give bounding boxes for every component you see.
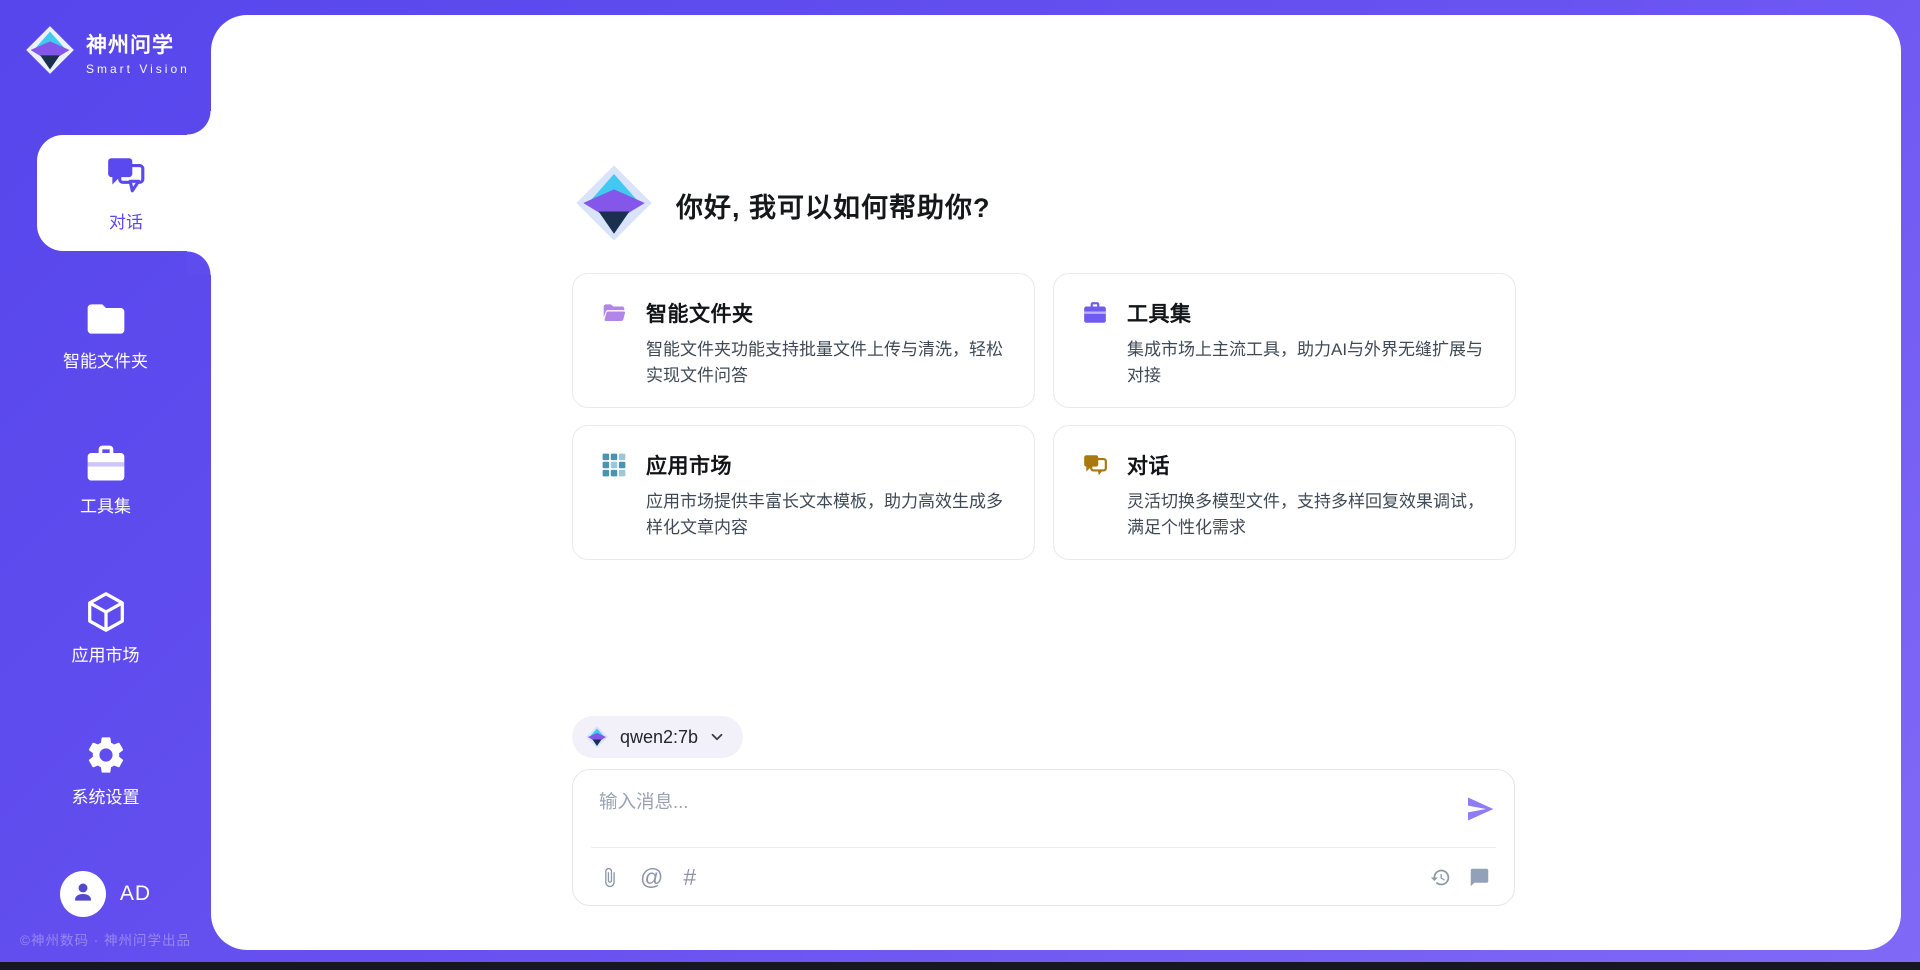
model-name: qwen2:7b (620, 727, 698, 748)
app-logo: 神州问学 Smart Vision (24, 24, 190, 81)
card-title: 智能文件夹 (646, 298, 754, 328)
tab-fillet-top (187, 111, 211, 135)
card-title: 对话 (1127, 450, 1170, 480)
gear-icon (0, 733, 211, 777)
sidebar-item-label: 应用市场 (72, 646, 140, 665)
app-title: 神州问学 (86, 29, 190, 59)
send-icon (1464, 793, 1496, 825)
message-input[interactable] (599, 788, 1449, 840)
greeting: 你好, 我可以如何帮助你? (573, 162, 991, 249)
gem-logo-icon (24, 24, 76, 81)
card-smart-folder[interactable]: 智能文件夹 智能文件夹功能支持批量文件上传与清洗，轻松实现文件问答 (572, 273, 1035, 408)
card-toolset[interactable]: 工具集 集成市场上主流工具，助力AI与外界无缝扩展与对接 (1053, 273, 1516, 408)
briefcase-icon (1082, 300, 1108, 326)
chat-bubbles-icon (105, 154, 147, 201)
window-edge-bar (0, 962, 1920, 970)
send-button[interactable] (1464, 793, 1496, 825)
sidebar-item-chat[interactable]: 对话 (37, 135, 215, 251)
card-description: 灵活切换多模型文件，支持多样回复效果调试，满足个性化需求 (1127, 489, 1487, 541)
sidebar: 神州问学 Smart Vision 对话 智能文件夹 (0, 0, 211, 970)
card-description: 智能文件夹功能支持批量文件上传与清洗，轻松实现文件问答 (646, 337, 1006, 389)
cube-icon (0, 589, 211, 635)
user-icon (70, 879, 96, 910)
folder-open-icon (601, 300, 627, 326)
sidebar-item-settings[interactable]: 系统设置 (0, 733, 211, 808)
card-title: 应用市场 (646, 450, 732, 480)
hash-icon[interactable]: # (683, 866, 696, 889)
copyright-text: ©神州数码 · 神州问学出品 (0, 929, 211, 949)
sidebar-item-label: 智能文件夹 (63, 352, 148, 371)
card-title: 工具集 (1127, 298, 1192, 328)
feature-cards: 智能文件夹 智能文件夹功能支持批量文件上传与清洗，轻松实现文件问答 工具集 集成… (572, 273, 1516, 560)
chat-bubble-icon (1082, 452, 1108, 478)
sidebar-item-app-market[interactable]: 应用市场 (0, 589, 211, 666)
mention-icon[interactable]: @ (640, 866, 663, 889)
history-icon[interactable] (1430, 867, 1451, 888)
user-account[interactable]: AD (0, 871, 211, 917)
model-selector[interactable]: qwen2:7b (572, 716, 743, 758)
card-app-market[interactable]: 应用市场 应用市场提供丰富长文本模板，助力高效生成多样化文章内容 (572, 425, 1035, 560)
briefcase-icon (0, 442, 211, 486)
user-initials: AD (120, 882, 151, 906)
chevron-down-icon (709, 729, 725, 745)
composer-toolbar: @ # (599, 848, 1490, 906)
gem-logo-icon (573, 162, 655, 249)
card-description: 集成市场上主流工具，助力AI与外界无缝扩展与对接 (1127, 337, 1487, 389)
sidebar-item-label: 系统设置 (72, 788, 140, 807)
feedback-icon[interactable] (1469, 867, 1490, 888)
folder-icon (0, 297, 211, 341)
gem-icon (585, 725, 609, 749)
grid-icon (601, 452, 627, 478)
paperclip-icon[interactable] (599, 867, 620, 888)
greeting-text: 你好, 我可以如何帮助你? (676, 186, 991, 225)
sidebar-item-label: 工具集 (80, 497, 131, 516)
card-description: 应用市场提供丰富长文本模板，助力高效生成多样化文章内容 (646, 489, 1006, 541)
card-chat[interactable]: 对话 灵活切换多模型文件，支持多样回复效果调试，满足个性化需求 (1053, 425, 1516, 560)
app-subtitle: Smart Vision (86, 62, 190, 76)
message-composer: @ # (572, 769, 1515, 906)
avatar (60, 871, 106, 917)
sidebar-item-label: 对话 (109, 208, 143, 233)
sidebar-item-smart-folder[interactable]: 智能文件夹 (0, 297, 211, 372)
sidebar-item-toolset[interactable]: 工具集 (0, 442, 211, 517)
tab-fillet-bottom (187, 251, 211, 275)
